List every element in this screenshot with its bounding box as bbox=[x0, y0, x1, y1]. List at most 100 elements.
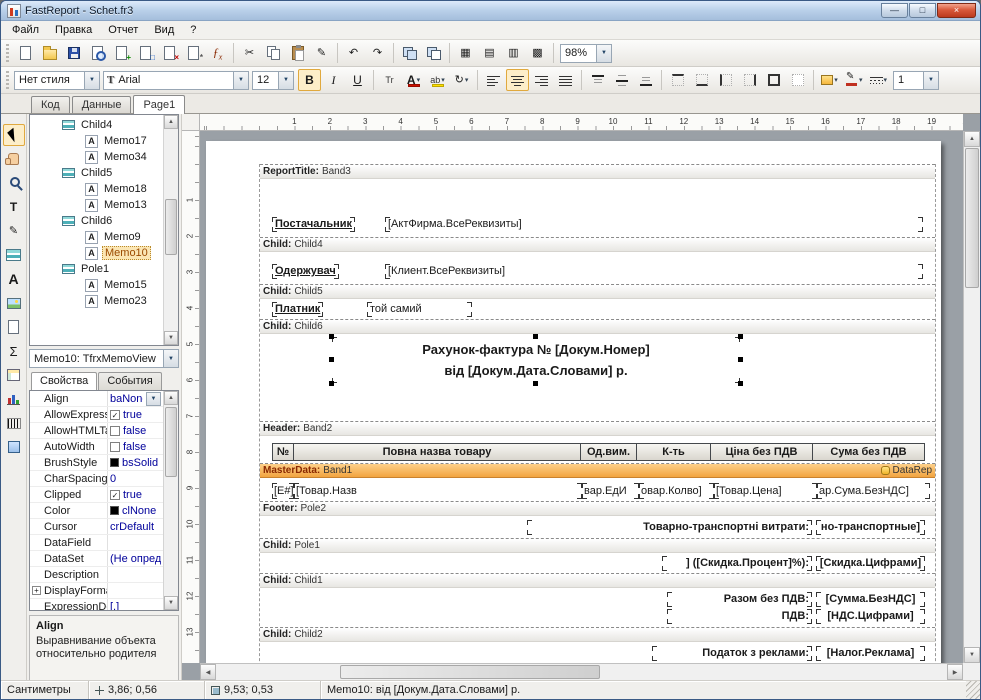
chevron-down-icon[interactable]: ▼ bbox=[163, 350, 178, 367]
insert-band-button[interactable] bbox=[3, 244, 25, 266]
open-report-button[interactable] bbox=[38, 42, 61, 64]
ungroup-button[interactable] bbox=[422, 42, 445, 64]
inspector-tab-0[interactable]: Свойства bbox=[31, 372, 98, 390]
header-cell-3[interactable]: К-ть bbox=[636, 443, 711, 461]
italic-button[interactable]: I bbox=[322, 69, 345, 91]
band-header-child1[interactable]: Child: Child1 bbox=[260, 574, 935, 588]
insert-picture-button[interactable] bbox=[3, 292, 25, 314]
memo-total-label[interactable]: Разом без ПДВ: bbox=[667, 592, 812, 607]
valign-center-button[interactable] bbox=[610, 69, 633, 91]
dropdown-arrow-button[interactable]: ▼ bbox=[146, 391, 161, 406]
tree-item-memo13[interactable]: A Memo13 bbox=[30, 197, 163, 213]
scroll-up-button[interactable]: ▲ bbox=[964, 131, 980, 147]
group-button[interactable] bbox=[398, 42, 421, 64]
menu-item-4[interactable]: ? bbox=[182, 22, 204, 38]
property-row-brushstyle[interactable]: BrushStyle bsSolid bbox=[30, 455, 163, 471]
valign-top-button[interactable] bbox=[586, 69, 609, 91]
insert-barcode-button[interactable] bbox=[3, 412, 25, 434]
memo-vat-value[interactable]: [НДС.Цифрами] bbox=[816, 609, 925, 624]
snap-to-grid-button[interactable]: ▥ bbox=[502, 42, 525, 64]
tree-item-memo9[interactable]: A Memo9 bbox=[30, 229, 163, 245]
chevron-down-icon[interactable]: ▼ bbox=[84, 71, 99, 89]
memo-supplier-value[interactable]: [АктФирма.ВсеРеквизиты] bbox=[385, 217, 923, 232]
masterdata-cell-2[interactable]: вар.ЕдИ bbox=[582, 483, 639, 499]
property-checkbox[interactable] bbox=[110, 409, 120, 420]
frame-none-button[interactable] bbox=[786, 69, 809, 91]
copy-button[interactable] bbox=[262, 42, 285, 64]
band-header-header2[interactable]: Header: Band2 bbox=[260, 422, 935, 436]
menu-item-1[interactable]: Правка bbox=[47, 22, 100, 38]
insert-subreport-button[interactable] bbox=[3, 316, 25, 338]
band-header-child6[interactable]: Child: Child6 bbox=[260, 320, 935, 334]
resize-grip[interactable] bbox=[966, 681, 980, 699]
minimize-button[interactable]: — bbox=[881, 3, 908, 18]
header-cell-0[interactable]: № bbox=[272, 443, 294, 461]
maximize-button[interactable]: □ bbox=[909, 3, 936, 18]
frame-top-button[interactable] bbox=[666, 69, 689, 91]
resize-handle[interactable] bbox=[738, 381, 743, 386]
property-row-expressionde[interactable]: ExpressionDe [,] bbox=[30, 599, 163, 610]
tree-item-child6[interactable]: Child6 bbox=[30, 213, 163, 229]
band-header-footer[interactable]: Footer: Pole2 bbox=[260, 502, 935, 516]
report-page[interactable]: ReportTitle: Band3 Постачальник [АктФирма… bbox=[206, 141, 941, 663]
frame-style-button[interactable]: ▾ bbox=[867, 69, 891, 91]
scroll-left-button[interactable]: ◀ bbox=[200, 664, 216, 680]
chevron-down-icon[interactable]: ▼ bbox=[233, 71, 248, 89]
menu-item-2[interactable]: Отчет bbox=[100, 22, 146, 38]
header-cell-4[interactable]: Ціна без ПДВ bbox=[710, 443, 813, 461]
new-page-button[interactable]: + bbox=[110, 42, 133, 64]
vertical-scrollbar[interactable]: ▲ ▼ bbox=[963, 131, 980, 663]
format-copy-tool[interactable]: ✎ bbox=[3, 220, 25, 242]
memo-supplier-label[interactable]: Постачальник bbox=[272, 217, 355, 232]
variables-button[interactable]: ƒx bbox=[206, 42, 229, 64]
paste-button[interactable] bbox=[286, 42, 309, 64]
tree-item-child4[interactable]: Child4 bbox=[30, 117, 163, 133]
scroll-down-button[interactable]: ▼ bbox=[164, 331, 178, 345]
band-header-reporttitle[interactable]: ReportTitle: Band3 bbox=[260, 165, 935, 179]
menu-item-3[interactable]: Вид bbox=[146, 22, 182, 38]
memo-discount-label[interactable]: ] ([Скидка.Процент]%): bbox=[662, 556, 812, 571]
band-header-pole1[interactable]: Child: Pole1 bbox=[260, 539, 935, 553]
dataset-badge[interactable]: DataRep bbox=[880, 464, 932, 477]
new-dialog-page-button[interactable]: □ bbox=[134, 42, 157, 64]
resize-handle[interactable] bbox=[329, 334, 334, 339]
tab-data[interactable]: Данные bbox=[71, 96, 132, 113]
property-row-dataset[interactable]: DataSet(Не определ bbox=[30, 551, 163, 567]
masterdata-cell-4[interactable]: [Товар.Цена] bbox=[714, 483, 817, 499]
show-grid-button[interactable]: ▦ bbox=[454, 42, 477, 64]
memo-vat-label[interactable]: ПДВ: bbox=[667, 609, 812, 624]
header-cell-5[interactable]: Сума без ПДВ bbox=[812, 443, 925, 461]
scroll-up-button[interactable]: ▲ bbox=[164, 115, 178, 129]
scroll-down-button[interactable]: ▼ bbox=[964, 647, 980, 663]
horizontal-scroll-thumb[interactable] bbox=[340, 665, 600, 679]
memo-adtax-value[interactable]: [Налог.Реклама] bbox=[816, 646, 925, 661]
insert-text-button[interactable]: A bbox=[3, 268, 25, 290]
grid-scroll-thumb[interactable] bbox=[165, 407, 177, 477]
property-row-clipped[interactable]: Clippedtrue bbox=[30, 487, 163, 503]
page-settings-button[interactable]: * bbox=[182, 42, 205, 64]
scroll-up-button[interactable]: ▲ bbox=[164, 391, 178, 405]
resize-handle[interactable] bbox=[533, 381, 538, 386]
valign-bottom-button[interactable] bbox=[634, 69, 657, 91]
tree-item-memo18[interactable]: A Memo18 bbox=[30, 181, 163, 197]
font-size-combo[interactable]: 12 ▼ bbox=[252, 70, 294, 90]
highlight-button[interactable]: ab ▾ bbox=[426, 69, 449, 91]
align-left-button[interactable] bbox=[482, 69, 505, 91]
frame-color-button[interactable]: ▾ bbox=[842, 69, 866, 91]
tree-item-memo34[interactable]: A Memo34 bbox=[30, 149, 163, 165]
object-selector[interactable]: Memo10: TfrxMemoView ▼ bbox=[29, 349, 179, 368]
band-header-child4[interactable]: Child: Child4 bbox=[260, 238, 935, 252]
zoom-tool[interactable] bbox=[3, 172, 25, 194]
undo-button[interactable]: ↶ bbox=[342, 42, 365, 64]
band-header-child2[interactable]: Child: Child2 bbox=[260, 628, 935, 642]
resize-handle[interactable] bbox=[329, 357, 334, 362]
property-row-cursor[interactable]: Cursor crDefault bbox=[30, 519, 163, 535]
property-row-datafield[interactable]: DataField bbox=[30, 535, 163, 551]
property-row-allowhtmlta[interactable]: AllowHTMLTa false bbox=[30, 423, 163, 439]
preview-button[interactable] bbox=[86, 42, 109, 64]
fit-to-grid-button[interactable]: ▩ bbox=[526, 42, 549, 64]
property-grid-scrollbar[interactable]: ▲ ▼ bbox=[163, 391, 178, 610]
scroll-right-button[interactable]: ▶ bbox=[947, 664, 963, 680]
frame-bottom-button[interactable] bbox=[690, 69, 713, 91]
frame-left-button[interactable] bbox=[714, 69, 737, 91]
